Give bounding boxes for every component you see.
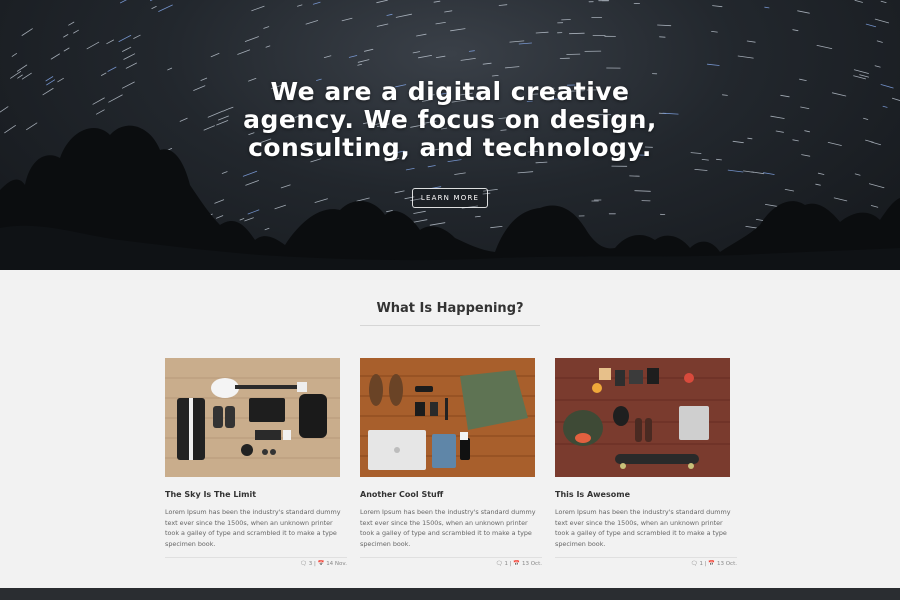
post-excerpt: Lorem Ipsum has been the industry's stan… — [360, 508, 536, 548]
comment-count: 3 — [308, 561, 313, 568]
news-section: What Is Happening? The Sky Is The Limit … — [0, 270, 900, 588]
hero-banner: We are a digital creative agency. We foc… — [0, 0, 900, 270]
post-title[interactable]: Another Cool Stuff — [360, 490, 542, 499]
learn-more-button[interactable]: LEARN MORE — [411, 188, 489, 208]
comment-icon: 🗨 — [299, 561, 307, 568]
post-title[interactable]: This Is Awesome — [555, 490, 737, 499]
post-card: Another Cool Stuff Lorem Ipsum has been … — [360, 358, 542, 569]
comment-count: 1 — [504, 561, 509, 568]
post-date: 13 Oct. — [521, 561, 542, 568]
section-divider — [360, 325, 540, 326]
post-excerpt: Lorem Ipsum has been the industry's stan… — [165, 508, 341, 548]
comment-icon: 🗨 — [495, 561, 503, 568]
hero-headline: We are a digital creative agency. We foc… — [243, 77, 657, 162]
comment-count: 1 — [699, 561, 704, 568]
post-card: This Is Awesome Lorem Ipsum has been the… — [555, 358, 737, 569]
calendar-icon: 📅 — [513, 561, 521, 568]
hero-content: We are a digital creative agency. We foc… — [0, 78, 900, 208]
comment-icon: 🗨 — [690, 561, 698, 568]
post-meta: 🗨 1 | 📅 13 Oct. — [360, 557, 542, 569]
post-date: 13 Oct. — [716, 561, 737, 568]
section-title: What Is Happening? — [376, 301, 524, 316]
post-date: 14 Nov. — [326, 561, 347, 568]
calendar-icon: 📅 — [708, 561, 716, 568]
footer-top-strip — [0, 588, 900, 600]
calendar-icon: 📅 — [317, 561, 325, 568]
post-meta: 🗨 3 | 📅 14 Nov. — [165, 557, 347, 569]
post-image-flatlay-guitar[interactable] — [165, 358, 340, 477]
post-title[interactable]: The Sky Is The Limit — [165, 490, 347, 499]
post-card: The Sky Is The Limit Lorem Ipsum has bee… — [165, 358, 347, 569]
post-image-flatlay-skateboard[interactable] — [555, 358, 730, 477]
post-excerpt: Lorem Ipsum has been the industry's stan… — [555, 508, 731, 548]
post-meta: 🗨 1 | 📅 13 Oct. — [555, 557, 737, 569]
post-image-flatlay-laptop[interactable] — [360, 358, 535, 477]
